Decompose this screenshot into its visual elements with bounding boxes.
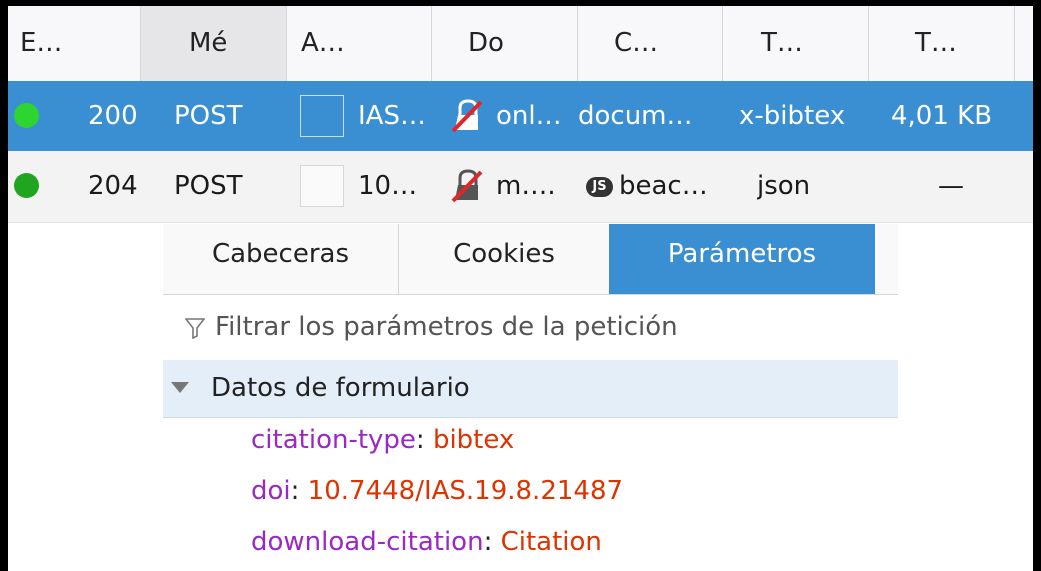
request-cause: beac…	[619, 171, 708, 201]
params-filter-input[interactable]: Filtrar los parámetros de la petición	[163, 295, 898, 361]
param-key: doi	[251, 476, 291, 506]
request-type: x-bibtex	[739, 101, 846, 131]
request-domain: 10…	[358, 171, 418, 201]
request-domain: IAS…	[358, 101, 426, 131]
insecure-lock-icon	[451, 169, 483, 203]
request-size: 4,01 KB	[891, 101, 993, 131]
request-cause-wrap: JS beac…	[586, 151, 708, 221]
column-domain[interactable]: A…	[287, 6, 432, 81]
request-file: onl…	[496, 101, 562, 131]
status-code: 204	[88, 171, 138, 201]
column-label: A…	[301, 28, 345, 58]
request-row-selected[interactable]: 200 POST IAS… onl… docum… x-bibtex 4,01 …	[8, 81, 1033, 151]
param-value: 10.7448/IAS.19.8.21487	[307, 476, 624, 506]
thumbnail-placeholder	[300, 95, 344, 137]
tab-label: Cookies	[453, 239, 555, 269]
expand-triangle-icon[interactable]	[171, 382, 189, 393]
column-label: T…	[761, 28, 803, 58]
tab-params[interactable]: Parámetros	[609, 224, 875, 294]
form-data-group[interactable]: Datos de formulario	[163, 360, 898, 418]
tab-label: Parámetros	[667, 239, 817, 269]
param-row[interactable]: download-citation: Citation	[251, 522, 602, 562]
js-badge-icon: JS	[586, 176, 613, 197]
group-label: Datos de formulario	[211, 373, 470, 403]
insecure-lock-icon	[451, 99, 483, 133]
column-cause[interactable]: C…	[578, 6, 723, 81]
column-transferred[interactable]: T…	[869, 6, 1015, 81]
param-key: download-citation	[251, 527, 484, 557]
thumbnail-placeholder	[300, 165, 344, 207]
param-value: bibtex	[432, 425, 515, 455]
param-row[interactable]: citation-type: bibtex	[251, 420, 514, 460]
column-label: Mé	[189, 28, 228, 58]
filter-icon	[185, 318, 205, 339]
details-tabbar: Cabeceras Cookies Parámetros	[163, 224, 898, 295]
request-cause: docum…	[578, 101, 693, 131]
column-label: T…	[915, 28, 957, 58]
status-ok-icon	[14, 173, 39, 198]
request-type: json	[757, 171, 811, 201]
param-value: Citation	[500, 527, 602, 557]
param-key: citation-type	[251, 425, 416, 455]
request-size: —	[938, 171, 964, 201]
request-method: POST	[174, 171, 243, 201]
request-file: m….	[496, 171, 556, 201]
request-table-header: E… Mé A… Do C… T… T…	[8, 6, 1033, 82]
column-label: C…	[614, 28, 659, 58]
filter-placeholder: Filtrar los parámetros de la petición	[215, 312, 678, 342]
request-row[interactable]: 204 POST 10… m…. JS beac… json —	[8, 151, 1033, 223]
column-type[interactable]: T…	[723, 6, 869, 81]
tab-headers[interactable]: Cabeceras	[163, 224, 399, 294]
column-method[interactable]: Mé	[141, 6, 287, 81]
network-panel: E… Mé A… Do C… T… T… 200 POST IAS… onl… …	[0, 0, 1041, 571]
tab-cookies[interactable]: Cookies	[399, 224, 609, 294]
column-status[interactable]: E…	[8, 6, 141, 81]
status-code: 200	[88, 101, 138, 131]
status-ok-icon	[14, 103, 39, 128]
tab-label: Cabeceras	[211, 239, 350, 269]
request-method: POST	[174, 101, 243, 131]
column-file[interactable]: Do	[432, 6, 578, 81]
column-label: E…	[20, 28, 63, 58]
column-label: Do	[468, 28, 504, 58]
param-row[interactable]: doi: 10.7448/IAS.19.8.21487	[251, 471, 623, 511]
